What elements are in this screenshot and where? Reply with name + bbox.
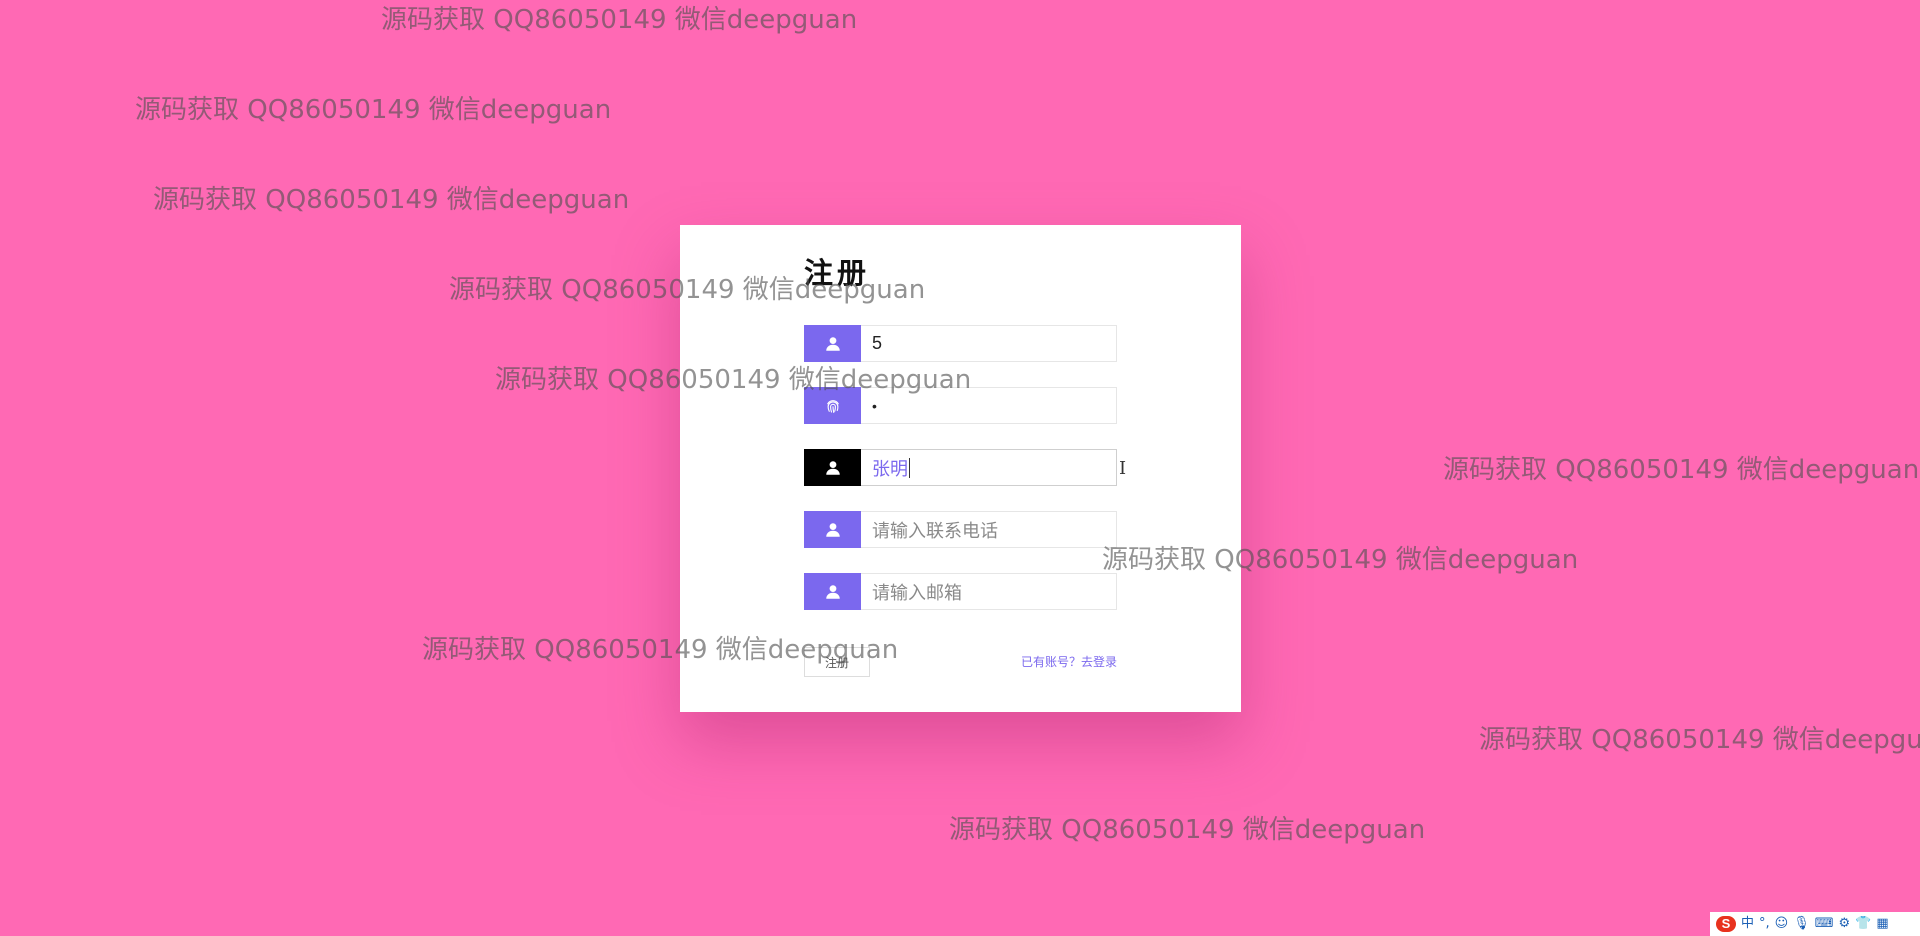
phone-field: 请输入联系电话: [804, 511, 1117, 548]
phone-placeholder: 请输入联系电话: [872, 520, 998, 541]
watermark-text: 源码获取 QQ86050149 微信deepguan: [381, 5, 858, 35]
watermark-text: 源码获取 QQ86050149 微信deepguan: [135, 95, 612, 125]
account-value: 5: [872, 333, 883, 353]
password-field: •: [804, 387, 1117, 424]
page-title: 注册: [804, 256, 871, 290]
name-field: 张明 I: [804, 449, 1126, 486]
watermark-text: 源码获取 QQ86050149 微信deepguan: [1479, 725, 1920, 755]
keyboard-icon[interactable]: ⌨: [1815, 916, 1834, 932]
email-input[interactable]: 请输入邮箱: [861, 573, 1117, 610]
phone-input[interactable]: 请输入联系电话: [861, 511, 1117, 548]
account-input[interactable]: 5: [861, 325, 1117, 362]
ime-toolbar: S 中 °, ☺ 🎙 ⌨ ⚙ 👕 ▦: [1710, 912, 1920, 936]
toolbox-icon[interactable]: ▦: [1876, 916, 1888, 932]
email-field: 请输入邮箱: [804, 573, 1117, 610]
user-icon: [804, 325, 861, 362]
register-button[interactable]: 注册: [804, 647, 870, 677]
user-icon: [804, 573, 861, 610]
text-caret: [909, 457, 910, 478]
email-placeholder: 请输入邮箱: [872, 582, 962, 603]
password-input[interactable]: •: [861, 387, 1117, 424]
account-field: 5: [804, 325, 1117, 362]
password-value: •: [872, 397, 877, 414]
ibeam-cursor-icon: I: [1119, 458, 1127, 479]
punctuation-toggle[interactable]: °,: [1759, 916, 1770, 932]
settings-icon[interactable]: ⚙: [1839, 916, 1851, 932]
register-card: 注册 5 • 张明 I 请输入联系电话 请输入邮箱 注册 已有账号？去登录: [680, 225, 1241, 712]
watermark-text: 源码获取 QQ86050149 微信deepguan: [949, 815, 1426, 845]
watermark-text: 源码获取 QQ86050149 微信deepguan: [153, 185, 630, 215]
sogou-logo-icon[interactable]: S: [1716, 916, 1736, 932]
emoji-icon[interactable]: ☺: [1775, 916, 1789, 932]
fingerprint-icon: [804, 387, 861, 424]
microphone-icon[interactable]: 🎙: [1793, 916, 1810, 932]
name-value: 张明: [872, 458, 908, 479]
skin-icon[interactable]: 👕: [1855, 916, 1871, 932]
user-icon: [804, 449, 861, 486]
name-input[interactable]: 张明 I: [861, 449, 1126, 486]
login-link[interactable]: 已有账号？去登录: [1010, 653, 1117, 670]
watermark-text: 源码获取 QQ86050149 微信deepguan: [1443, 455, 1920, 485]
user-icon: [804, 511, 861, 548]
ime-mode-toggle[interactable]: 中: [1741, 916, 1754, 932]
